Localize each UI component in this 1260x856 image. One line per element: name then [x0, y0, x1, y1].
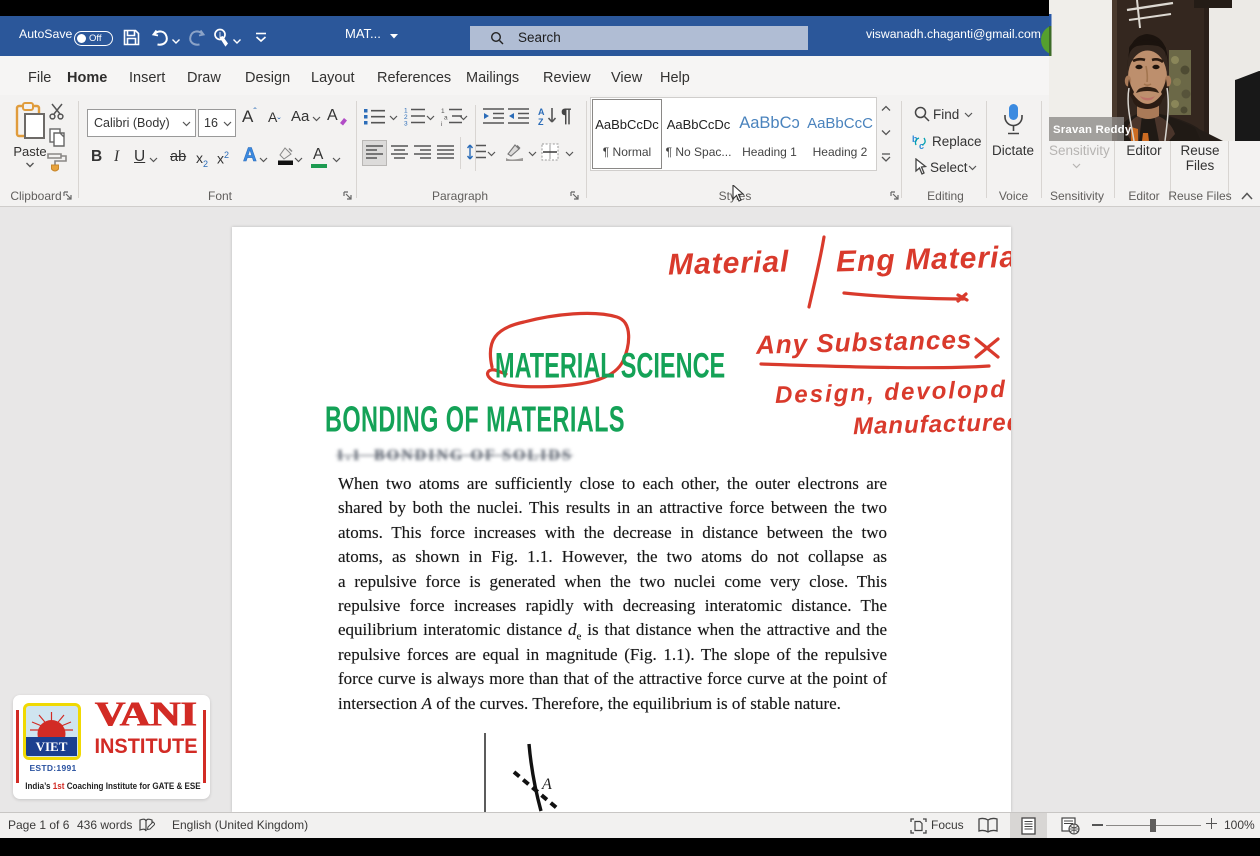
- svg-text:c: c: [919, 141, 924, 150]
- svg-text:3: 3: [404, 121, 408, 127]
- svg-text:Sravan Reddy: Sravan Reddy: [1053, 124, 1132, 136]
- svg-text:A: A: [538, 107, 545, 117]
- svg-text:VIET: VIET: [36, 739, 68, 754]
- svg-text:Z: Z: [538, 117, 544, 126]
- svg-text:A: A: [541, 776, 552, 793]
- svg-text:i: i: [441, 121, 442, 126]
- svg-text:a: a: [444, 115, 448, 122]
